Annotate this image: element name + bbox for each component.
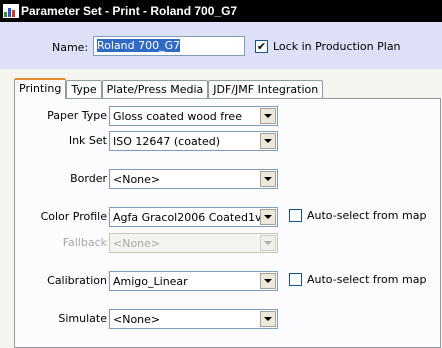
color-profile-dropdown[interactable]: Agfa Gracol2006 Coated1v2 <box>109 207 278 227</box>
ink-set-label: Ink Set <box>68 134 107 147</box>
color-profile-row: Color Profile Agfa Gracol2006 Coated1v2 … <box>15 207 442 227</box>
calibration-dropdown[interactable]: Amigo_Linear <box>109 271 278 291</box>
color-profile-auto-label: Auto-select from map <box>307 209 427 222</box>
name-label: Name: <box>52 41 89 54</box>
calibration-row: Calibration Amigo_Linear Auto-select fro… <box>15 271 442 291</box>
tab-plate-press-media[interactable]: Plate/Press Media <box>101 80 209 99</box>
paper-type-dropdown[interactable]: Gloss coated wood free <box>109 106 278 126</box>
chevron-down-icon[interactable] <box>260 171 276 187</box>
window-title: Parameter Set - Print - Roland 700_G7 <box>21 4 238 18</box>
tab-strip: Printing Type Plate/Press Media JDF/JMF … <box>14 78 324 99</box>
fallback-dropdown: <None> <box>109 233 278 253</box>
chevron-down-icon[interactable] <box>260 133 276 149</box>
tab-type[interactable]: Type <box>66 80 102 99</box>
ink-set-value: ISO 12647 (coated) <box>113 135 221 148</box>
chevron-down-icon[interactable] <box>260 108 276 124</box>
app-bar-chart-icon <box>3 4 19 18</box>
border-row: Border <None> <box>15 169 442 189</box>
title-bar: Parameter Set - Print - Roland 700_G7 <box>0 0 442 22</box>
border-value: <None> <box>113 173 161 186</box>
paper-type-label: Paper Type <box>47 109 107 122</box>
fallback-label: Fallback <box>62 236 107 249</box>
checkbox-box <box>289 209 302 222</box>
printing-pane: Paper Type Gloss coated wood free Ink Se… <box>14 98 441 348</box>
checkbox-box <box>289 273 302 286</box>
chevron-down-icon[interactable] <box>260 273 276 289</box>
ink-set-row: Ink Set ISO 12647 (coated) <box>15 131 442 151</box>
border-label: Border <box>70 172 107 185</box>
simulate-dropdown[interactable]: <None> <box>109 309 278 329</box>
tab-printing[interactable]: Printing <box>14 78 67 99</box>
fallback-value: <None> <box>113 237 161 250</box>
border-dropdown[interactable]: <None> <box>109 169 278 189</box>
color-profile-value: Agfa Gracol2006 Coated1v2 <box>113 211 269 224</box>
paper-type-row: Paper Type Gloss coated wood free <box>15 106 442 126</box>
calibration-value: Amigo_Linear <box>113 275 188 288</box>
calibration-auto-label: Auto-select from map <box>307 273 427 286</box>
name-input[interactable]: Roland 700_G7 <box>93 36 245 56</box>
tab-jdf-jmf-integration[interactable]: JDF/JMF Integration <box>208 80 324 99</box>
chevron-down-icon[interactable] <box>260 209 276 225</box>
chevron-down-icon <box>260 235 276 251</box>
color-profile-auto-select-checkbox[interactable]: Auto-select from map <box>289 209 426 222</box>
simulate-row: Simulate <None> <box>15 309 442 329</box>
checkmark-icon: ✔ <box>255 40 268 53</box>
lock-label: Lock in Production Plan <box>273 40 401 53</box>
chevron-down-icon[interactable] <box>260 311 276 327</box>
paper-type-value: Gloss coated wood free <box>113 110 242 123</box>
color-profile-label: Color Profile <box>40 210 107 223</box>
simulate-value: <None> <box>113 313 161 326</box>
calibration-label: Calibration <box>47 274 107 287</box>
lock-in-production-plan-checkbox[interactable]: ✔ Lock in Production Plan <box>255 40 401 53</box>
content-panel: Printing Type Plate/Press Media JDF/JMF … <box>0 69 442 348</box>
fallback-row: Fallback <None> <box>15 233 442 253</box>
calibration-auto-select-checkbox[interactable]: Auto-select from map <box>289 273 426 286</box>
simulate-label: Simulate <box>58 312 107 325</box>
ink-set-dropdown[interactable]: ISO 12647 (coated) <box>109 131 278 151</box>
name-input-value: Roland 700_G7 <box>97 39 181 52</box>
header-panel: Name: Roland 700_G7 ✔ Lock in Production… <box>0 22 442 69</box>
